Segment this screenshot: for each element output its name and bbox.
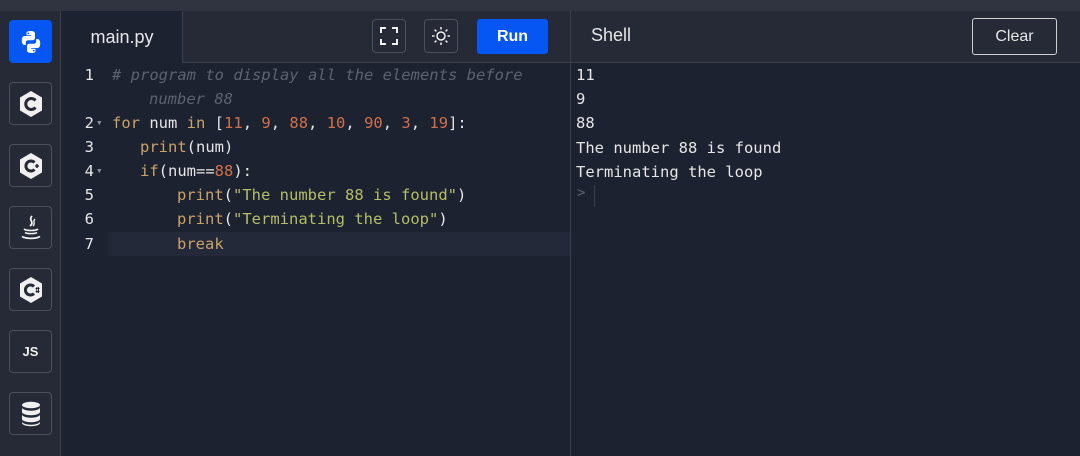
fullscreen-button[interactable] bbox=[372, 19, 406, 53]
code-line: 2 ▾ for num in [11, 9, 88, 10, 90, 3, 19… bbox=[62, 111, 570, 135]
line-number: 5 bbox=[84, 186, 94, 204]
string-literal: "Terminating the loop" bbox=[233, 210, 439, 228]
output-line: Terminating the loop bbox=[576, 163, 763, 181]
code-text: for num in [11, 9, 88, 10, 90, 3, 19]: bbox=[112, 114, 467, 132]
number-literal: 9 bbox=[261, 114, 271, 132]
line-number: 3 bbox=[84, 138, 94, 156]
code-line-wrap: number 88 bbox=[62, 87, 570, 111]
file-tab-label: main.py bbox=[90, 26, 154, 47]
javascript-language-button[interactable]: JS bbox=[9, 330, 52, 373]
code-cond-end: ): bbox=[233, 162, 253, 180]
code-var: num bbox=[140, 114, 187, 132]
builtin-print: print bbox=[140, 138, 187, 156]
cpp-icon bbox=[19, 152, 42, 179]
code-line: 3 print(num) bbox=[62, 135, 570, 159]
file-tab-main[interactable]: main.py bbox=[62, 11, 183, 63]
theme-toggle-button[interactable] bbox=[424, 19, 458, 53]
line-number: 4 bbox=[84, 162, 94, 180]
number-literal: 10 bbox=[326, 114, 346, 132]
top-bar bbox=[0, 0, 1080, 11]
code-cond: (num== bbox=[158, 162, 215, 180]
number-literal: 3 bbox=[401, 114, 411, 132]
sun-icon bbox=[432, 27, 450, 45]
code-comment-wrap: number 88 bbox=[149, 90, 233, 108]
output-line: 9 bbox=[576, 90, 586, 108]
output-line: 11 bbox=[576, 66, 595, 84]
output-line: The number 88 is found bbox=[576, 139, 782, 157]
number-literal: 90 bbox=[364, 114, 383, 132]
code-text: print("The number 88 is found") bbox=[177, 183, 466, 207]
list-close: ]: bbox=[448, 114, 467, 132]
fullscreen-icon bbox=[380, 27, 398, 45]
python-icon bbox=[21, 30, 40, 53]
csharp-icon bbox=[19, 276, 42, 303]
line-number: 2 bbox=[84, 114, 94, 132]
c-language-button[interactable] bbox=[9, 82, 52, 125]
shell-input-cursor[interactable] bbox=[594, 185, 595, 207]
code-line: 4 ▾ if(num==88): bbox=[62, 159, 570, 183]
js-icon: JS bbox=[22, 344, 39, 359]
code-args: (num) bbox=[186, 138, 234, 156]
database-language-button[interactable] bbox=[9, 392, 52, 435]
code-text: if(num==88): bbox=[140, 159, 252, 183]
output-line: 88 bbox=[576, 114, 595, 132]
keyword-break: break bbox=[177, 235, 224, 253]
python-language-button[interactable] bbox=[9, 20, 52, 63]
clear-button[interactable]: Clear bbox=[972, 18, 1057, 55]
line-number: 1 bbox=[84, 66, 94, 84]
database-icon bbox=[21, 401, 40, 426]
code-comment: # program to display all the elements be… bbox=[112, 66, 523, 84]
paren-close: ) bbox=[438, 210, 448, 228]
number-literal: 19 bbox=[429, 114, 449, 132]
cpp-language-button[interactable] bbox=[9, 144, 52, 187]
list-open: [ bbox=[205, 114, 225, 132]
paren-close: ) bbox=[456, 186, 467, 204]
code-line: 1 # program to display all the elements … bbox=[62, 63, 570, 87]
number-literal: 88 bbox=[289, 114, 309, 132]
shell-prompt: > bbox=[577, 185, 586, 201]
code-line: 5 print("The number 88 is found") bbox=[62, 183, 570, 207]
line-number: 6 bbox=[84, 210, 94, 228]
string-literal: "The number 88 is found" bbox=[233, 186, 457, 204]
line-number: 7 bbox=[84, 235, 94, 253]
fold-chevron-icon[interactable]: ▾ bbox=[96, 159, 103, 183]
code-text: print(num) bbox=[140, 135, 233, 159]
fold-chevron-icon[interactable]: ▾ bbox=[96, 111, 103, 135]
builtin-print: print bbox=[177, 186, 224, 204]
csharp-language-button[interactable] bbox=[9, 268, 52, 311]
language-sidebar: JS bbox=[0, 11, 61, 456]
c-icon bbox=[19, 90, 42, 117]
number-literal: 11 bbox=[224, 114, 243, 132]
code-line: 6 print("Terminating the loop") bbox=[62, 207, 570, 231]
java-language-button[interactable] bbox=[9, 206, 52, 249]
code-line: 7 bbox=[62, 232, 108, 256]
code-text: print("Terminating the loop") bbox=[177, 207, 448, 231]
paren-open: ( bbox=[223, 210, 234, 228]
keyword-if: if bbox=[140, 162, 159, 180]
number-literal: 88 bbox=[214, 162, 234, 180]
run-button[interactable]: Run bbox=[477, 19, 548, 54]
shell-output[interactable]: 11 9 88 The number 88 is found Terminati… bbox=[571, 63, 1080, 456]
code-editor[interactable]: 1 # program to display all the elements … bbox=[62, 63, 570, 456]
builtin-print: print bbox=[177, 210, 224, 228]
editor-toolbar: main.py Run bbox=[62, 11, 570, 63]
keyword-in: in bbox=[186, 114, 206, 132]
shell-title: Shell bbox=[591, 25, 632, 45]
keyword-for: for bbox=[112, 114, 140, 132]
java-icon bbox=[21, 214, 40, 239]
shell-toolbar: Shell Clear bbox=[571, 11, 1080, 63]
code-line-active: break bbox=[108, 232, 570, 256]
paren-open: ( bbox=[223, 186, 234, 204]
